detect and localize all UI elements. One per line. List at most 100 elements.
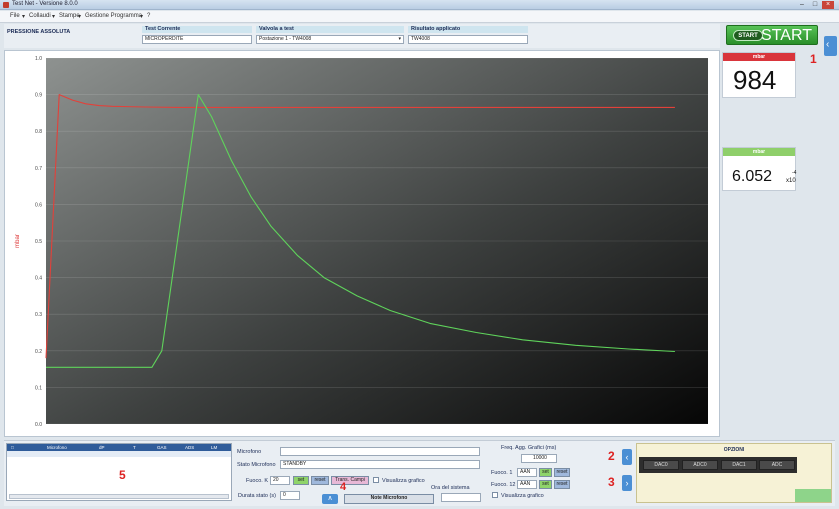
- menu-bar: File ▾ Collaudi ▾ Stampe ▾ Gestione Prog…: [0, 11, 839, 23]
- chevron-right-icon[interactable]: ›: [622, 475, 632, 491]
- info-bar: PRESSIONE ASSOLUTA Test Corrente MICROPE…: [4, 24, 720, 48]
- chevron-down-icon: ▾: [398, 36, 401, 42]
- freq-label: Freq. Agg. Grafici (ms): [501, 445, 557, 451]
- option-dac0-button[interactable]: DAC0: [643, 460, 679, 470]
- y-tick-label: 0.5: [35, 239, 42, 245]
- stato-field[interactable]: STANDBY: [280, 460, 480, 469]
- vis-grafico2-checkbox[interactable]: [492, 492, 498, 498]
- window-title: Test Net - Versione 8.0.0: [12, 1, 78, 7]
- table-col-gas: GAS: [157, 445, 167, 450]
- fuoco2-set-button[interactable]: set: [539, 480, 552, 489]
- vis-grafico2-label: Visualizza grafico: [501, 493, 544, 499]
- options-title: OPZIONI: [723, 447, 745, 453]
- y-tick-label: 0.7: [35, 166, 42, 172]
- marker-4: 4: [340, 481, 347, 493]
- fuoco-label: Fuoco. K: [246, 478, 269, 484]
- reset-button[interactable]: reset: [311, 476, 329, 485]
- chevron-left-icon[interactable]: ‹: [622, 449, 632, 465]
- test-field[interactable]: MICROPERDITE: [142, 35, 252, 44]
- menu-sep-2: ▾: [52, 14, 56, 20]
- marker-5: 5: [119, 468, 126, 482]
- fuoco-field[interactable]: 20: [270, 476, 290, 485]
- options-status-indicator: [795, 489, 831, 502]
- fuoco1-field[interactable]: AAN: [517, 468, 537, 477]
- table-col-t: T: [133, 445, 136, 450]
- y-tick-label: 0.9: [35, 93, 42, 99]
- minimize-icon[interactable]: –: [796, 1, 808, 9]
- menu-sep-3: ▾: [78, 14, 82, 20]
- options-panel: OPZIONI DAC0 ADC0 DAC1 ADC: [636, 443, 832, 503]
- vis-grafico-checkbox[interactable]: [373, 477, 379, 483]
- menu-file[interactable]: File: [10, 13, 20, 19]
- bottom-bar: □ Microfono dP T GAS ADS LM 5 Microfono …: [4, 440, 835, 506]
- fuoco1-set-button[interactable]: set: [539, 468, 552, 477]
- fuoco2-reset-button[interactable]: reset: [554, 480, 570, 489]
- marker-1: 1: [810, 52, 817, 66]
- readout-leak-exp-base: x10: [786, 178, 796, 184]
- menu-sep-4: ▾: [140, 14, 144, 20]
- microfono-field[interactable]: [280, 447, 480, 456]
- menu-gestione[interactable]: Gestione Programma: [85, 13, 142, 19]
- chevron-up-icon[interactable]: ∧: [322, 494, 338, 504]
- freq-field[interactable]: 10000: [521, 454, 557, 463]
- set-button[interactable]: set: [293, 476, 309, 485]
- app-icon: [3, 2, 9, 8]
- start-button[interactable]: START START: [726, 25, 818, 45]
- option-adc0-button[interactable]: ADC0: [682, 460, 718, 470]
- fuoco1-reset-button[interactable]: reset: [554, 468, 570, 477]
- trans-campi-button[interactable]: Trans. Campi: [331, 476, 369, 485]
- microfono-label: Microfono: [237, 449, 262, 455]
- menu-collaudi[interactable]: Collaudi: [29, 13, 51, 19]
- plot-panel: 0.0 0.1 0.2 0.3 0.4 0.5 0.6 0.7 0.8 0.9 1.0 mbar: [4, 50, 720, 437]
- y-tick-label: 1.0: [35, 56, 42, 62]
- start-badge: START: [733, 30, 763, 41]
- table-header-select: □: [11, 445, 14, 450]
- chevron-left-icon: ‹: [826, 39, 830, 50]
- option-adc-button[interactable]: ADC: [759, 460, 795, 470]
- table-col-ads: ADS: [185, 445, 195, 450]
- stato-label: Stato Microfono: [237, 462, 276, 468]
- menu-help[interactable]: ?: [147, 13, 150, 19]
- table-header: □ Microfono dP T GAS ADS LM: [7, 444, 231, 451]
- result-field[interactable]: TW4008: [408, 35, 528, 44]
- fuoco2-label: Fuoco. 12: [491, 482, 516, 488]
- close-icon[interactable]: ×: [822, 1, 834, 9]
- y-tick-label: 0.3: [35, 312, 42, 318]
- y-tick-label: 0.2: [35, 349, 42, 355]
- test-label: Test Corrente: [145, 26, 181, 32]
- menu-stampe[interactable]: Stampe: [59, 13, 80, 19]
- y-tick-label: 0.0: [35, 422, 42, 428]
- valve-select[interactable]: Postazione 1 - TW4008 ▾: [256, 35, 404, 44]
- table-col-lm: LM: [211, 445, 218, 450]
- durata-label: Durata stato (s): [238, 493, 276, 499]
- y-axis-label: mbar: [15, 234, 21, 248]
- maximize-icon[interactable]: □: [809, 1, 821, 9]
- marker-2: 2: [608, 449, 615, 463]
- table-scrollbar[interactable]: [9, 494, 229, 499]
- readout-leak-exponent: -4: [792, 170, 797, 176]
- side-panel-toggle[interactable]: ‹: [824, 36, 837, 56]
- durata-field[interactable]: 0: [280, 491, 300, 500]
- y-tick-label: 0.1: [35, 385, 42, 391]
- fuoco2-field[interactable]: AAN: [517, 480, 537, 489]
- menu-sep-1: ▾: [22, 14, 26, 20]
- vis-grafico-label: Visualizza grafico: [382, 478, 425, 484]
- readout-pressure-unit: mbar: [723, 53, 795, 61]
- marker-3: 3: [608, 475, 615, 489]
- readout-pressure: mbar 984: [722, 52, 796, 98]
- ora-field[interactable]: [441, 493, 481, 502]
- ora-label: Ora del sistema: [431, 485, 470, 491]
- y-tick-label: 0.6: [35, 202, 42, 208]
- fuoco1-label: Fuoco. 1: [491, 470, 513, 476]
- y-tick-label: 0.4: [35, 276, 42, 282]
- valve-label: Valvola a test: [259, 26, 294, 32]
- option-dac1-button[interactable]: DAC1: [721, 460, 757, 470]
- note-microfono-button[interactable]: Note Microfono: [344, 494, 434, 504]
- title-bar: Test Net - Versione 8.0.0 – □ ×: [0, 0, 839, 10]
- table-col-microfono: Microfono: [47, 445, 67, 450]
- table-row[interactable]: [7, 451, 231, 457]
- readout-leak: mbar 6.052 x10 -4: [722, 147, 796, 191]
- test-type-label: PRESSIONE ASSOLUTA: [7, 29, 71, 35]
- readout-leak-value: 6.052: [732, 168, 773, 185]
- microphone-table[interactable]: □ Microfono dP T GAS ADS LM 5: [6, 443, 232, 501]
